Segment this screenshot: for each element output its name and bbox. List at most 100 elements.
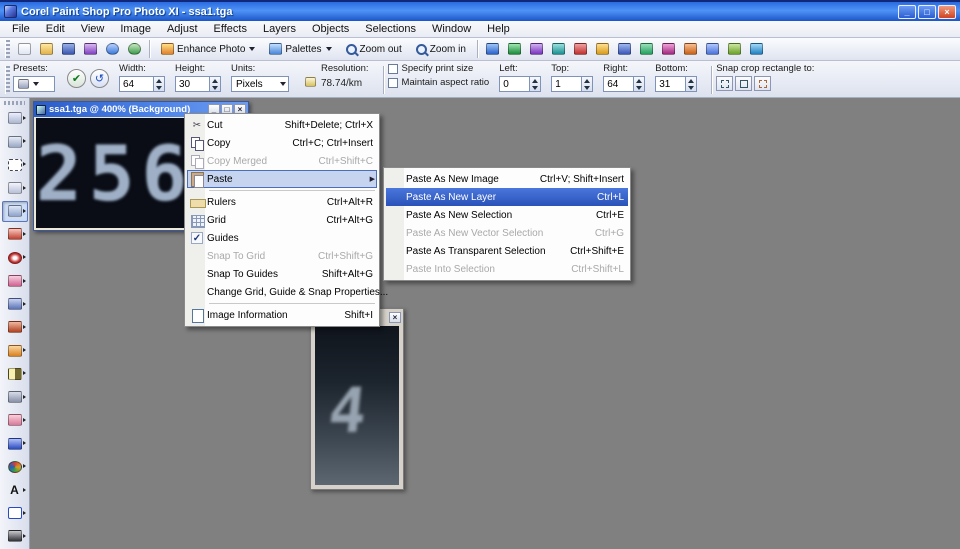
menu-item-copy-merged[interactable]: Copy Merged Ctrl+Shift+C <box>187 152 377 170</box>
noise-button[interactable] <box>725 40 745 59</box>
browse-button[interactable] <box>80 40 100 59</box>
saturation-button[interactable] <box>637 40 657 59</box>
menu-item-copy[interactable]: Copy Ctrl+C; Ctrl+Insert <box>187 134 377 152</box>
menu-item-change-grid-properties[interactable]: Change Grid, Guide & Snap Properties... <box>187 283 377 301</box>
swap-dimensions-button[interactable] <box>300 72 320 91</box>
menu-item-paste-into-selection[interactable]: Paste Into Selection Ctrl+Shift+L <box>386 260 628 278</box>
crop-tool[interactable] <box>2 201 28 222</box>
menu-layers[interactable]: Layers <box>255 22 304 36</box>
menu-item-snap-to-grid[interactable]: Snap To Grid Ctrl+Shift+G <box>187 247 377 265</box>
menu-selections[interactable]: Selections <box>357 22 424 36</box>
floating-close-button[interactable]: × <box>389 312 401 323</box>
left-spinner[interactable]: 0 <box>499 76 541 92</box>
tools-grip[interactable] <box>4 101 24 105</box>
close-button[interactable]: × <box>938 5 956 19</box>
bottom-spinner[interactable]: 31 <box>655 76 697 92</box>
bottom-spin-buttons[interactable] <box>685 77 696 91</box>
image-grabber-button[interactable] <box>505 40 525 59</box>
minimize-button[interactable]: _ <box>898 5 916 19</box>
new-file-button[interactable] <box>14 40 34 59</box>
maximize-button[interactable]: □ <box>918 5 936 19</box>
move-tool[interactable] <box>2 131 28 152</box>
menu-objects[interactable]: Objects <box>304 22 357 36</box>
menu-item-snap-to-guides[interactable]: Snap To Guides Shift+Alt+G <box>187 265 377 283</box>
right-spinner[interactable]: 64 <box>603 76 645 92</box>
sharpen-button[interactable] <box>681 40 701 59</box>
flood-fill-tool[interactable] <box>2 433 28 454</box>
top-spinner[interactable]: 1 <box>551 76 593 92</box>
top-spin-buttons[interactable] <box>581 77 592 91</box>
menu-window[interactable]: Window <box>424 22 479 36</box>
height-spinner[interactable]: 30 <box>175 76 221 92</box>
toolbar-grip[interactable] <box>5 40 10 58</box>
preset-shape-tool[interactable] <box>2 503 28 524</box>
effects-browser-button[interactable] <box>747 40 767 59</box>
apply-crop-button[interactable]: ✔ <box>67 69 86 88</box>
brightness-button[interactable] <box>593 40 613 59</box>
selection-tool[interactable] <box>2 154 28 175</box>
menu-item-guides[interactable]: ✓ Guides <box>187 229 377 247</box>
menu-edit[interactable]: Edit <box>38 22 73 36</box>
menu-item-cut[interactable]: ✂ Cut Shift+Delete; Ctrl+X <box>187 116 377 134</box>
titlebar[interactable]: Corel Paint Shop Pro Photo XI - ssa1.tga… <box>0 2 960 21</box>
red-adjust-button[interactable] <box>571 40 591 59</box>
color-balance-button[interactable] <box>549 40 569 59</box>
specify-print-size-row[interactable]: Specify print size <box>388 63 490 74</box>
left-spin-buttons[interactable] <box>529 77 540 91</box>
enhance-photo-button[interactable]: Enhance Photo <box>156 40 260 59</box>
menu-item-paste[interactable]: Paste ▶ <box>187 170 377 188</box>
pan-tool[interactable] <box>2 108 28 129</box>
units-dropdown[interactable]: Pixels <box>231 76 289 92</box>
maintain-aspect-checkbox[interactable] <box>388 78 398 88</box>
menu-item-paste-as-new-layer[interactable]: Paste As New Layer Ctrl+L <box>386 188 628 206</box>
dropper-tool[interactable] <box>2 177 28 198</box>
clear-crop-button[interactable]: ↺ <box>90 69 109 88</box>
menu-item-image-information[interactable]: Image Information Shift+I <box>187 306 377 324</box>
menu-item-paste-as-new-selection[interactable]: Paste As New Selection Ctrl+E <box>386 206 628 224</box>
snap-merged-opaque-button[interactable] <box>735 76 752 91</box>
levels-button[interactable] <box>703 40 723 59</box>
menu-item-paste-as-transparent-selection[interactable]: Paste As Transparent Selection Ctrl+Shif… <box>386 242 628 260</box>
menu-item-grid[interactable]: Grid Ctrl+Alt+G <box>187 211 377 229</box>
straighten-tool[interactable] <box>2 224 28 245</box>
floating-canvas[interactable]: 4 <box>315 326 399 485</box>
text-tool[interactable]: A <box>2 479 28 500</box>
lighten-darken-tool[interactable] <box>2 363 28 384</box>
save-button[interactable] <box>58 40 78 59</box>
curves-button[interactable] <box>615 40 635 59</box>
maintain-aspect-row[interactable]: Maintain aspect ratio <box>388 77 490 88</box>
menu-help[interactable]: Help <box>479 22 518 36</box>
menu-adjust[interactable]: Adjust <box>159 22 206 36</box>
width-spin-buttons[interactable] <box>153 77 164 91</box>
zoom-out-button[interactable]: Zoom out <box>341 40 407 59</box>
image-window-floating[interactable]: × 4 <box>310 308 404 490</box>
snap-selection-button[interactable] <box>754 76 771 91</box>
specify-print-size-checkbox[interactable] <box>388 64 398 74</box>
picture-tube-tool[interactable] <box>2 456 28 477</box>
redeye-tool[interactable] <box>2 247 28 268</box>
eraser-tool[interactable] <box>2 410 28 431</box>
undo-button[interactable] <box>102 40 122 59</box>
hue-button[interactable] <box>659 40 679 59</box>
redo-button[interactable] <box>124 40 144 59</box>
airbrush-tool[interactable] <box>2 340 28 361</box>
right-spin-buttons[interactable] <box>633 77 644 91</box>
menu-item-paste-as-new-image[interactable]: Paste As New Image Ctrl+V; Shift+Insert <box>386 170 628 188</box>
snap-layer-opaque-button[interactable] <box>716 76 733 91</box>
presets-dropdown[interactable] <box>13 76 55 92</box>
menu-file[interactable]: File <box>4 22 38 36</box>
height-spin-buttons[interactable] <box>209 77 220 91</box>
menu-image[interactable]: Image <box>112 22 159 36</box>
menu-effects[interactable]: Effects <box>206 22 255 36</box>
zoom-in-button[interactable]: Zoom in <box>411 40 471 59</box>
width-spinner[interactable]: 64 <box>119 76 165 92</box>
menu-view[interactable]: View <box>73 22 113 36</box>
paint-brush-tool[interactable] <box>2 317 28 338</box>
screen-capture-button[interactable] <box>483 40 503 59</box>
smudge-tool[interactable] <box>2 386 28 407</box>
histogram-button[interactable] <box>527 40 547 59</box>
palettes-button[interactable]: Palettes <box>264 40 336 59</box>
menu-item-paste-as-new-vector-selection[interactable]: Paste As New Vector Selection Ctrl+G <box>386 224 628 242</box>
clone-tool[interactable] <box>2 294 28 315</box>
menu-item-rulers[interactable]: Rulers Ctrl+Alt+R <box>187 193 377 211</box>
